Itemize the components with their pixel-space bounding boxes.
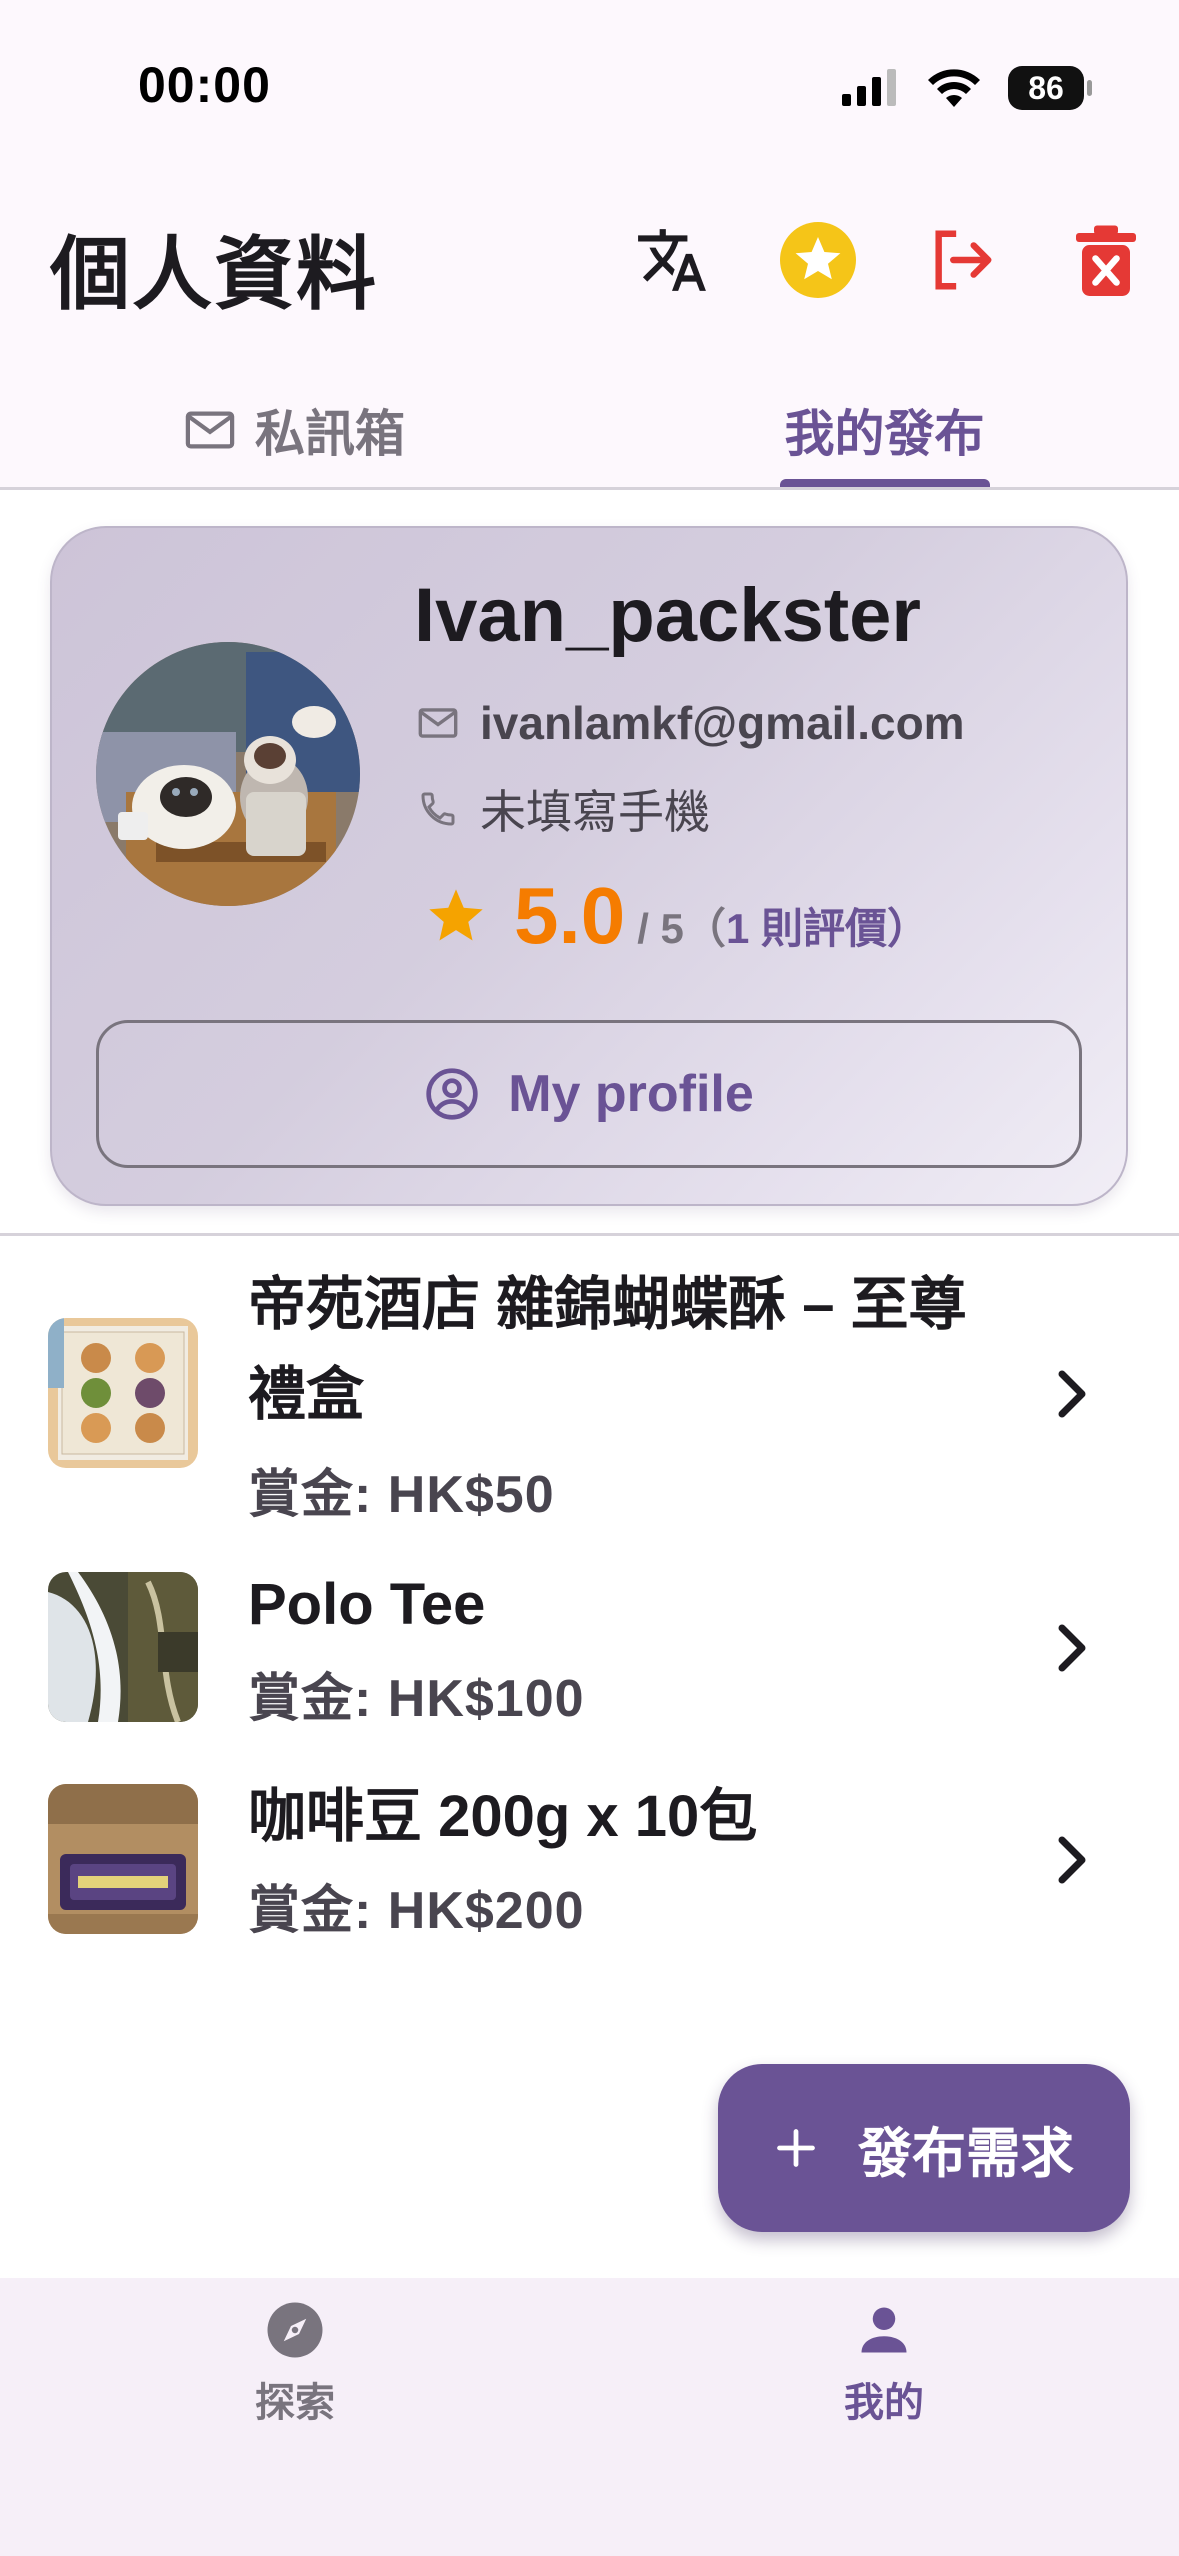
rating: 5.0 / 5（1 則評價） (424, 870, 929, 962)
tab-my-posts[interactable]: 我的發布 (590, 380, 1179, 480)
post-title: Polo Tee (248, 1572, 486, 1637)
post-title: 帝苑酒店 雜錦蝴蝶酥 – 至尊禮盒 (248, 1272, 967, 1427)
phone-icon (421, 792, 455, 826)
battery-icon: 86 (1008, 66, 1092, 110)
tab-my-posts-label: 我的發布 (784, 406, 985, 462)
translate-button[interactable] (622, 210, 722, 310)
rating-count-suffix: 則評價） (749, 905, 929, 952)
account-circle-icon (426, 1068, 478, 1120)
post-title: 咖啡豆 200g x 10包 (248, 1784, 758, 1849)
page-title: 個人資料 (50, 230, 378, 319)
chevron-right-icon (1058, 1836, 1086, 1884)
post-thumbnail-coffee-beans (48, 1784, 198, 1934)
post-reward: 賞金: HK$50 (248, 1466, 555, 1524)
my-profile-button[interactable]: My profile (96, 1020, 1082, 1168)
translate-icon (638, 229, 706, 291)
post-item-3[interactable]: 咖啡豆 200g x 10包 賞金: HK$200 (0, 1772, 1179, 1940)
post-reward: 賞金: HK$100 (248, 1670, 585, 1728)
chevron-right-icon (1058, 1370, 1086, 1418)
nav-explore[interactable]: 探索 (175, 2300, 415, 2428)
status-icons: 86 (840, 58, 1092, 118)
username: Ivan_packster (414, 573, 921, 658)
compass-icon (267, 2302, 323, 2358)
mail-icon (418, 708, 458, 738)
section-divider (0, 1233, 1179, 1236)
chevron-right-icon (1058, 1624, 1086, 1672)
rating-summary: / 5（1 則評價） (637, 895, 929, 956)
post-reward: 賞金: HK$200 (248, 1882, 585, 1940)
post-request-fab[interactable]: 發布需求 (718, 2064, 1130, 2232)
cellular-signal-icon (842, 69, 896, 106)
fab-label: 發布需求 (858, 2123, 1074, 2184)
person-icon (861, 2307, 907, 2353)
battery-level: 86 (1028, 69, 1064, 106)
star-icon (429, 889, 483, 941)
my-profile-label: My profile (508, 1065, 754, 1123)
status-time: 00:00 (138, 57, 271, 113)
nav-mine[interactable]: 我的 (764, 2300, 1004, 2428)
tab-inbox-label: 私訊箱 (255, 406, 405, 462)
rating-score: 5.0 (514, 871, 626, 960)
avatar (96, 642, 360, 906)
nav-mine-label: 我的 (844, 2381, 924, 2425)
tab-inbox[interactable]: 私訊箱 (0, 380, 590, 480)
rating-count-prefix: （ (683, 905, 726, 952)
wifi-icon (928, 69, 980, 107)
email-row: ivanlamkf@gmail.com (418, 696, 965, 750)
phone-text: 未填寫手機 (480, 786, 710, 838)
post-thumbnail-pastries (48, 1318, 198, 1468)
mail-icon (185, 411, 235, 449)
post-item-2[interactable]: Polo Tee 賞金: HK$100 (0, 1560, 1179, 1728)
post-thumbnail-waterfall (48, 1572, 198, 1722)
phone-row: 未填寫手機 (418, 776, 710, 842)
avatar-photo-cats (96, 642, 360, 906)
email-text: ivanlamkf@gmail.com (480, 697, 965, 749)
nav-explore-label: 探索 (255, 2381, 335, 2425)
post-item-1[interactable]: 帝苑酒店 雜錦蝴蝶酥 – 至尊禮盒 賞金: HK$50 (0, 1260, 1179, 1524)
delete-account-button[interactable] (1056, 210, 1156, 310)
logout-icon (935, 230, 992, 290)
favorites-button[interactable] (768, 210, 868, 310)
plus-icon (777, 2129, 815, 2167)
star-circle-icon (780, 222, 856, 298)
logout-button[interactable] (912, 210, 1012, 310)
rating-out-of: / 5 (637, 905, 684, 952)
delete-icon (1076, 225, 1136, 296)
rating-count: 1 (725, 905, 750, 952)
